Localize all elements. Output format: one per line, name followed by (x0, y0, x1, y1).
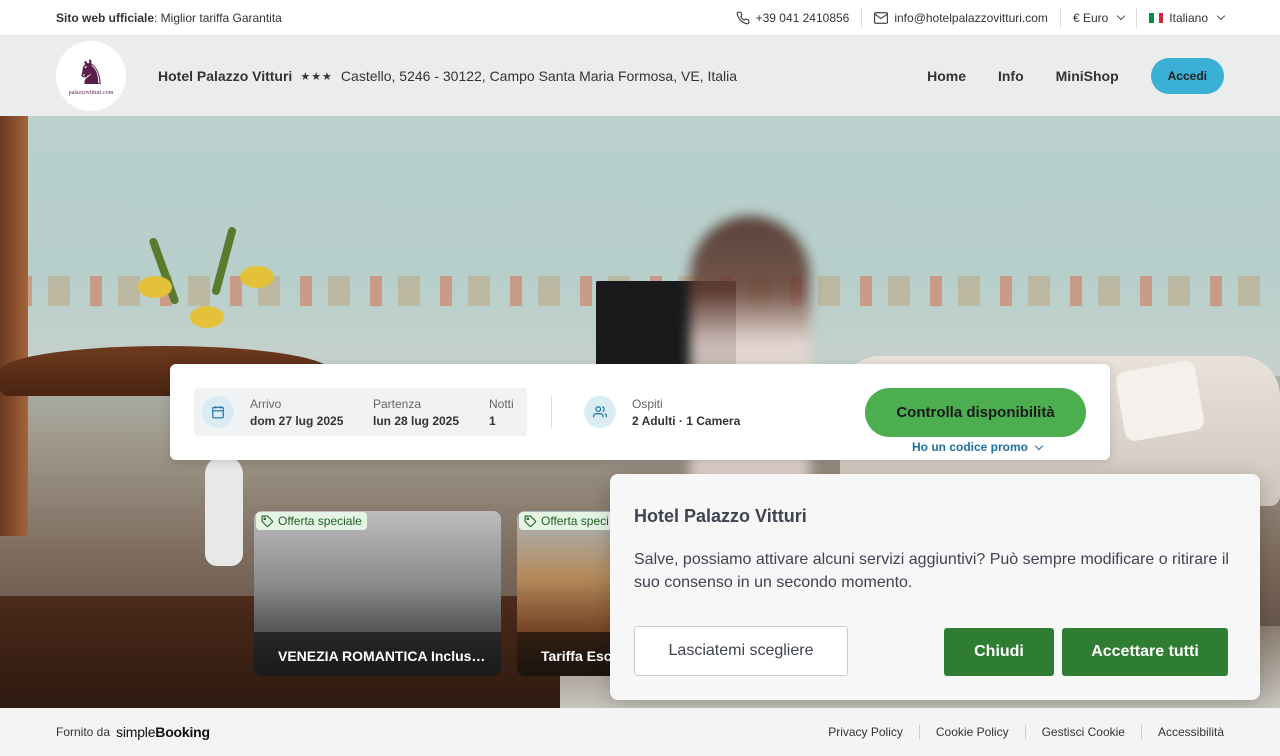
tag-icon (524, 515, 536, 527)
special-offer-badge: Offerta speci (519, 512, 614, 530)
powered-by: Fornito da simpleBooking (56, 724, 210, 740)
nights-field: Notti 1 (489, 397, 514, 428)
nav-home[interactable]: Home (927, 68, 966, 84)
main-nav: Home Info MiniShop Accedi (927, 58, 1224, 94)
cookie-consent-dialog: Hotel Palazzo Vitturi Salve, possiamo at… (610, 474, 1260, 700)
departure-field: Partenza lun 28 lug 2025 (373, 397, 489, 428)
star-rating: ★★★ (300, 70, 333, 83)
currency-value: € Euro (1072, 10, 1109, 25)
nav-minishop[interactable]: MiniShop (1056, 68, 1119, 84)
footer-links: Privacy Policy Cookie Policy Gestisci Co… (812, 725, 1224, 739)
login-button[interactable]: Accedi (1150, 58, 1224, 94)
close-button[interactable]: Chiudi (944, 628, 1054, 676)
promo-code-toggle[interactable]: Ho un codice promo (912, 440, 1044, 454)
offer-title: VENEZIA ROMANTICA Inclus… (278, 648, 486, 664)
hotel-logo[interactable]: ♞ palazzovitturi.com (56, 41, 126, 111)
official-site-claim: Sito web ufficiale: Miglior tariffa Gara… (56, 11, 282, 25)
cookie-dialog-text: Salve, possiamo attivare alcuni servizi … (634, 551, 1229, 591)
simplebooking-logo[interactable]: simpleBooking (116, 724, 210, 740)
guests-label: Ospiti (632, 396, 663, 411)
mail-icon (874, 11, 889, 24)
language-selector[interactable]: Italiano (1136, 7, 1226, 28)
site-header: ♞ palazzovitturi.com Hotel Palazzo Vittu… (0, 36, 1280, 116)
phone-link[interactable]: +39 041 2410856 (724, 8, 862, 28)
chevron-down-icon (1216, 11, 1226, 21)
brand-light: simple (116, 724, 156, 740)
offer-tag-text: Offerta speci (541, 514, 609, 528)
booking-widget: Arrivo dom 27 lug 2025 Partenza lun 28 l… (170, 364, 1110, 460)
best-rate-text: : Miglior tariffa Garantita (154, 10, 282, 25)
site-footer: Fornito da simpleBooking Privacy Policy … (0, 708, 1280, 756)
italian-flag-icon (1149, 12, 1164, 23)
date-selector[interactable]: Arrivo dom 27 lug 2025 Partenza lun 28 l… (194, 388, 527, 436)
email-address: info@hotelpalazzovitturi.com (894, 10, 1048, 25)
hero-flower (190, 306, 224, 328)
topbar-right: +39 041 2410856 info@hotelpalazzovitturi… (724, 0, 1226, 35)
email-link[interactable]: info@hotelpalazzovitturi.com (861, 7, 1060, 28)
guests-selector[interactable]: Ospiti 2 Adulti · 1 Camera (584, 396, 740, 428)
booking-divider (551, 396, 552, 428)
offer-card[interactable]: Offerta speciale VENEZIA ROMANTICA Inclu… (254, 511, 501, 676)
hero-flower (138, 276, 172, 298)
nights-value: 1 (489, 413, 496, 428)
griffin-logo-icon: ♞ (75, 53, 107, 93)
nights-label: Notti (489, 396, 514, 411)
arrival-field: Arrivo dom 27 lug 2025 (250, 397, 373, 428)
brand-bold: Booking (155, 724, 210, 740)
guests-field: Ospiti 2 Adulti · 1 Camera (632, 397, 740, 428)
special-offer-badge: Offerta speciale (256, 512, 367, 530)
departure-label: Partenza (373, 396, 422, 411)
top-utility-bar: Sito web ufficiale: Miglior tariffa Gara… (0, 0, 1280, 36)
offer-tag-text: Offerta speciale (278, 514, 362, 528)
let-me-choose-button[interactable]: Lasciatemi scegliere (634, 626, 848, 676)
promo-code-label: Ho un codice promo (912, 440, 1029, 454)
official-site-label: Sito web ufficiale (56, 10, 155, 25)
currency-selector[interactable]: € Euro (1059, 7, 1136, 28)
hero-pillow (1114, 359, 1206, 443)
powered-by-label: Fornito da (56, 725, 111, 739)
cookie-dialog-title: Hotel Palazzo Vitturi (634, 506, 807, 526)
nav-info[interactable]: Info (998, 68, 1024, 84)
accept-all-button[interactable]: Accettare tutti (1062, 628, 1228, 676)
hotel-address: Castello, 5246 - 30122, Campo Santa Mari… (340, 68, 738, 84)
arrival-label: Arrivo (250, 396, 282, 411)
users-icon (584, 396, 616, 428)
hero-vase (205, 456, 243, 566)
cookie-policy-link[interactable]: Cookie Policy (918, 725, 1025, 739)
hero-curtain (0, 116, 28, 536)
language-value: Italiano (1169, 10, 1208, 25)
chevron-down-icon (1034, 441, 1044, 450)
offer-title: Tariffa Esc (541, 648, 612, 664)
manage-cookies-link[interactable]: Gestisci Cookie (1024, 725, 1141, 739)
tag-icon (261, 515, 273, 527)
hero-flower (240, 266, 274, 288)
hotel-name: Hotel Palazzo Vitturi (158, 68, 293, 84)
arrival-value: dom 27 lug 2025 (250, 413, 344, 428)
accessibility-link[interactable]: Accessibilità (1140, 725, 1224, 739)
guests-value: 2 Adulti · 1 Camera (632, 413, 741, 428)
logo-url-text: palazzovitturi.com (68, 90, 114, 96)
check-availability-button[interactable]: Controlla disponibilità (865, 388, 1086, 437)
phone-icon (736, 11, 749, 24)
chevron-down-icon (1117, 11, 1126, 21)
phone-number: +39 041 2410856 (755, 10, 850, 25)
departure-value: lun 28 lug 2025 (373, 413, 460, 428)
calendar-icon (202, 396, 234, 428)
privacy-policy-link[interactable]: Privacy Policy (812, 725, 919, 739)
